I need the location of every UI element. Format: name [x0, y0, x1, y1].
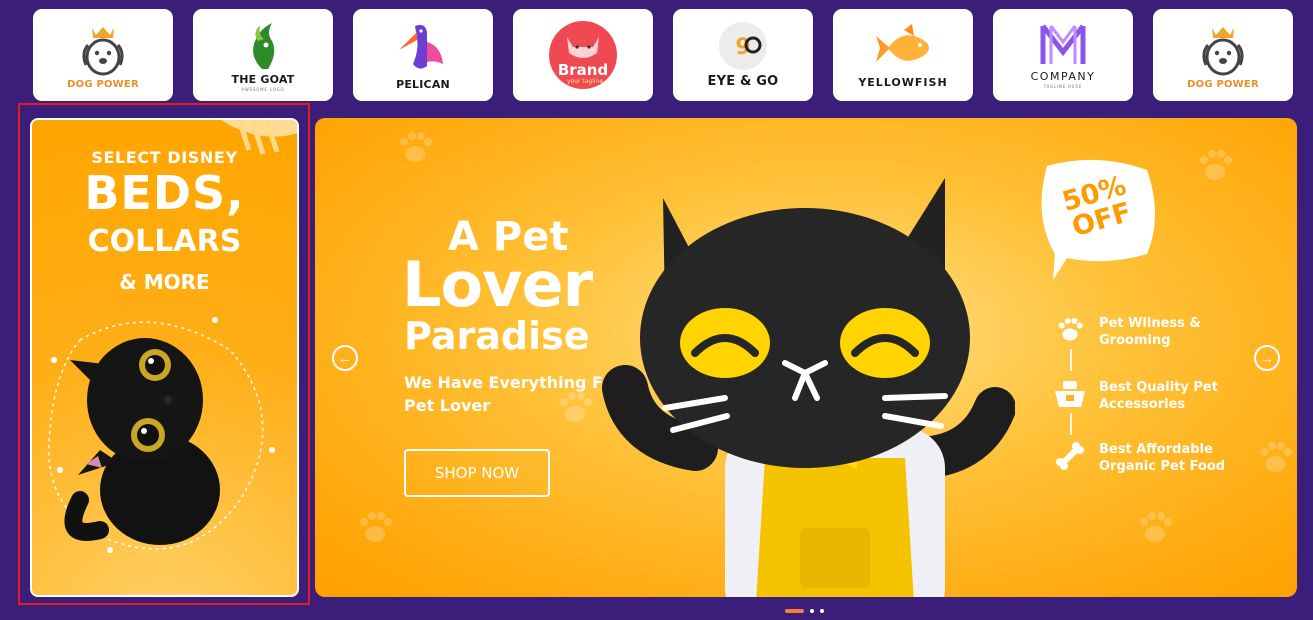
- paw-icon: [360, 512, 392, 542]
- feature-label: Pet Wllness & Grooming: [1099, 316, 1201, 348]
- brand-tagline: AWESOME LOGO: [241, 86, 285, 92]
- feature-item: Best Affordable Organic Pet Food: [1053, 441, 1239, 475]
- hero-headline-line2: Lover: [402, 248, 593, 321]
- shop-now-button[interactable]: SHOP NOW: [404, 449, 550, 497]
- brand-name: EYE & GO: [707, 73, 779, 89]
- brand-card-pelican[interactable]: PELICAN: [353, 9, 493, 101]
- side-banner-pretitle: SELECT DISNEY: [91, 148, 238, 167]
- feature-item: Best Quality Pet Accessories: [1053, 379, 1239, 413]
- fish-icon: [876, 23, 929, 62]
- pager-dot[interactable]: [820, 609, 824, 613]
- brand-name: PELICAN: [396, 77, 450, 91]
- pelican-icon: [399, 24, 443, 69]
- paw-icon: [1053, 315, 1087, 349]
- slider-pagination: [785, 609, 824, 613]
- brand-name: COMPANY: [1030, 69, 1096, 83]
- brand-logo-tagline: your tagline: [567, 78, 603, 85]
- pager-dot[interactable]: [810, 609, 814, 613]
- brand-card-the-goat[interactable]: THE GOAT AWESOME LOGO: [193, 9, 333, 101]
- black-cat-illustration: [48, 317, 275, 553]
- paw-icon: [1200, 150, 1232, 180]
- food-bowl-icon: [1053, 379, 1087, 413]
- paw-icon: [1260, 442, 1292, 472]
- dog-crown-icon: [1202, 26, 1244, 75]
- brand-name: YELLOWFISH: [858, 75, 948, 89]
- side-promo-banner[interactable]: SELECT DISNEY BEDS, COLLARS & MORE: [30, 118, 299, 597]
- brand-card-yellowfish[interactable]: YELLOWFISH: [833, 9, 973, 101]
- paw-icon: [400, 132, 432, 162]
- feature-label: Best Affordable Organic Pet Food: [1099, 442, 1226, 474]
- eye-go-icon: 9: [719, 21, 767, 70]
- brand-tagline: TAGLINE HERE: [1043, 83, 1083, 89]
- hero-headline-line3: Paradise: [404, 314, 590, 358]
- hero-banner: A Pet Lover Paradise We Have Everything …: [315, 118, 1297, 597]
- feature-label: Best Quality Pet Accessories: [1099, 380, 1218, 412]
- pager-dot[interactable]: [785, 609, 804, 613]
- brand-name: DOG POWER: [1187, 78, 1259, 90]
- brand-name: THE GOAT: [231, 72, 295, 86]
- brand-card-brand[interactable]: Brand your tagline: [513, 9, 653, 101]
- brand-card-company[interactable]: COMPANY TAGLINE HERE: [993, 9, 1133, 101]
- side-banner-caption: & MORE: [119, 270, 210, 294]
- brand-name: DOG POWER: [67, 78, 139, 90]
- brand-card-dog-power-2[interactable]: DOG POWER: [1153, 9, 1293, 101]
- dog-crown-icon: [82, 26, 124, 75]
- side-banner-title: BEDS,: [84, 166, 245, 220]
- feature-item: Pet Wllness & Grooming: [1053, 315, 1239, 349]
- feature-divider: [1070, 349, 1072, 371]
- goat-icon: [253, 22, 275, 69]
- prev-slide-button[interactable]: ←: [332, 345, 358, 371]
- toy-cat-illustration: [602, 178, 1015, 597]
- side-banner-subtitle: COLLARS: [87, 224, 242, 259]
- cat-face-icon: Brand your tagline: [549, 21, 617, 89]
- bone-icon: [1053, 441, 1087, 475]
- m-logo-icon: [1040, 23, 1086, 64]
- brand-card-dog-power[interactable]: DOG POWER: [33, 9, 173, 101]
- next-slide-button[interactable]: →: [1254, 345, 1280, 371]
- paw-icon: [1140, 512, 1172, 542]
- brand-card-eye-go[interactable]: 9 EYE & GO: [673, 9, 813, 101]
- feature-divider: [1070, 413, 1072, 435]
- brand-strip: DOG POWER THE GOAT AWESOME LOGO PELICAN …: [33, 9, 1293, 101]
- brand-logo-text: Brand: [558, 61, 608, 79]
